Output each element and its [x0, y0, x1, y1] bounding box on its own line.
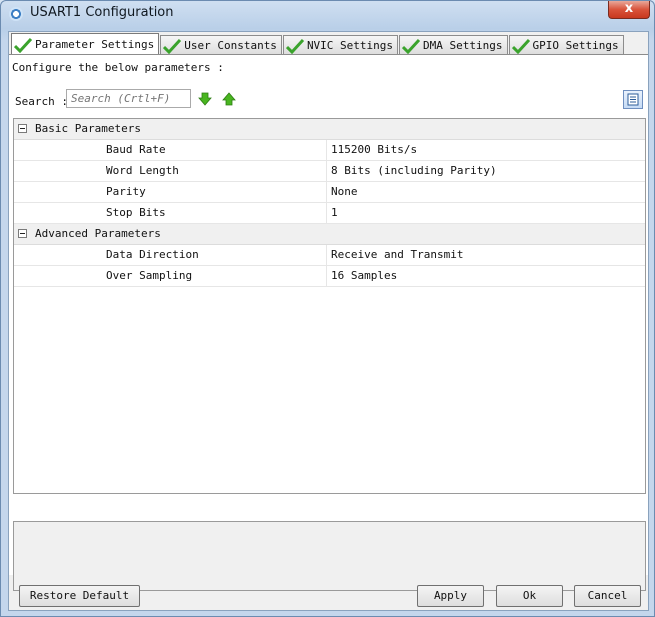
search-label: Search :: [15, 95, 68, 108]
app-gear-icon: [9, 7, 23, 21]
search-input[interactable]: [66, 89, 191, 108]
group-advanced-parameters[interactable]: Advanced Parameters: [14, 224, 645, 245]
check-icon: [163, 38, 182, 54]
param-row-stop-bits[interactable]: Stop Bits 1: [14, 203, 645, 224]
group-label: Basic Parameters: [35, 122, 141, 135]
tab-parameter-settings[interactable]: Parameter Settings: [11, 33, 160, 55]
check-icon: [511, 38, 530, 54]
param-row-parity[interactable]: Parity None: [14, 182, 645, 203]
configuration-window: USART1 Configuration x Parameter Setting…: [0, 0, 655, 617]
tab-label: NVIC Settings: [306, 39, 394, 52]
cancel-button[interactable]: Cancel: [574, 585, 641, 607]
column-divider: [326, 182, 327, 202]
param-value[interactable]: 115200 Bits/s: [331, 143, 417, 156]
apply-button[interactable]: Apply: [417, 585, 484, 607]
check-icon: [285, 38, 304, 54]
window-title: USART1 Configuration: [30, 5, 174, 20]
group-label: Advanced Parameters: [35, 227, 161, 240]
tab-strip: Parameter Settings User Constants NVIC S…: [11, 33, 625, 55]
dialog-client-area: Parameter Settings User Constants NVIC S…: [8, 31, 649, 611]
param-value[interactable]: 16 Samples: [331, 269, 397, 282]
arrow-down-icon[interactable]: [198, 92, 212, 106]
parameter-grid: Basic Parameters Baud Rate 115200 Bits/s…: [13, 118, 646, 494]
restore-default-button[interactable]: Restore Default: [19, 585, 140, 607]
param-name: Data Direction: [106, 248, 199, 261]
title-bar[interactable]: USART1 Configuration x: [1, 1, 654, 27]
tab-label: Parameter Settings: [35, 38, 155, 51]
tab-label: DMA Settings: [423, 39, 503, 52]
arrow-up-icon[interactable]: [222, 92, 236, 106]
param-row-data-direction[interactable]: Data Direction Receive and Transmit: [14, 245, 645, 266]
column-divider: [326, 161, 327, 181]
tab-nvic-settings[interactable]: NVIC Settings: [282, 35, 399, 55]
param-row-baud-rate[interactable]: Baud Rate 115200 Bits/s: [14, 140, 645, 161]
column-divider: [326, 140, 327, 160]
ok-button[interactable]: Ok: [496, 585, 563, 607]
param-row-over-sampling[interactable]: Over Sampling 16 Samples: [14, 266, 645, 287]
param-name: Parity: [106, 185, 146, 198]
list-view-button[interactable]: [623, 90, 643, 109]
param-name: Word Length: [106, 164, 179, 177]
column-divider: [326, 245, 327, 265]
param-value[interactable]: 1: [331, 206, 338, 219]
parameter-settings-panel: Configure the below parameters : Search …: [9, 54, 648, 591]
tab-label: User Constants: [184, 39, 277, 52]
list-view-icon: [627, 93, 639, 106]
configure-label: Configure the below parameters :: [12, 61, 224, 74]
collapse-icon[interactable]: [18, 229, 27, 238]
param-row-word-length[interactable]: Word Length 8 Bits (including Parity): [14, 161, 645, 182]
param-name: Over Sampling: [106, 269, 193, 282]
tab-label: GPIO Settings: [532, 39, 619, 52]
param-value[interactable]: 8 Bits (including Parity): [331, 164, 497, 177]
column-divider: [326, 203, 327, 223]
group-basic-parameters[interactable]: Basic Parameters: [14, 119, 645, 140]
check-icon: [14, 37, 32, 53]
param-value[interactable]: Receive and Transmit: [331, 248, 463, 261]
check-icon: [402, 38, 421, 54]
tab-gpio-settings[interactable]: GPIO Settings: [508, 35, 624, 55]
close-button[interactable]: x: [608, 1, 650, 19]
param-value[interactable]: None: [331, 185, 358, 198]
description-panel: [13, 521, 646, 591]
collapse-icon[interactable]: [18, 124, 27, 133]
param-name: Baud Rate: [106, 143, 166, 156]
column-divider: [326, 266, 327, 286]
tab-dma-settings[interactable]: DMA Settings: [399, 35, 508, 55]
param-name: Stop Bits: [106, 206, 166, 219]
tab-user-constants[interactable]: User Constants: [160, 35, 282, 55]
